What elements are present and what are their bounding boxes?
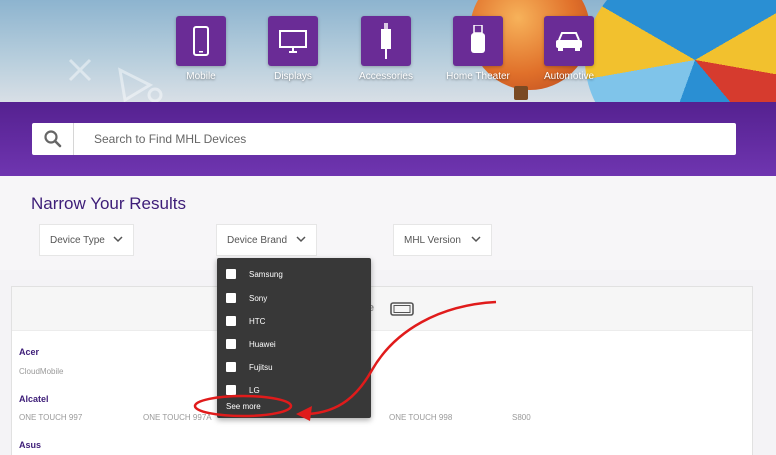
model-link[interactable]: ONE TOUCH 998 xyxy=(389,413,452,422)
checkbox[interactable] xyxy=(226,269,236,279)
display-monitor-icon xyxy=(268,16,318,66)
brand-option-huawei[interactable]: Huawei xyxy=(226,339,276,349)
category-accessories[interactable]: Accessories xyxy=(336,16,436,82)
hero-banner: Mobile Displays Accessories Home Theater… xyxy=(0,0,776,102)
accessories-icon xyxy=(361,16,411,66)
brand-option-label: HTC xyxy=(249,316,266,326)
chevron-down-icon xyxy=(471,236,481,243)
category-automotive[interactable]: Automotive xyxy=(519,16,619,82)
device-brand-dropdown[interactable]: Device Brand xyxy=(216,224,317,256)
filter-title: Narrow Your Results xyxy=(31,194,186,213)
category-label: Accessories xyxy=(359,71,413,82)
mobile-phone-icon xyxy=(176,16,226,66)
brand-option-htc[interactable]: HTC xyxy=(226,316,265,326)
device-brand-menu: Samsung Sony HTC Huawei Fujitsu LG See m… xyxy=(217,258,371,418)
model-link[interactable]: ONE TOUCH 997A xyxy=(143,413,212,422)
model-link[interactable]: S800 xyxy=(512,413,531,422)
search-box xyxy=(32,123,736,155)
category-mobile[interactable]: Mobile xyxy=(151,16,251,82)
brand-heading[interactable]: Acer xyxy=(19,347,39,357)
checkbox[interactable] xyxy=(226,362,236,372)
brand-heading[interactable]: Asus xyxy=(19,440,41,450)
brand-option-label: Fujitsu xyxy=(249,362,273,372)
brand-option-label: Sony xyxy=(249,293,268,303)
brand-option-label: LG xyxy=(249,385,260,395)
model-link[interactable]: CloudMobile xyxy=(19,367,63,376)
car-icon xyxy=(544,16,594,66)
category-displays[interactable]: Displays xyxy=(243,16,343,82)
brand-option-lg[interactable]: LG xyxy=(226,385,260,395)
device-type-dropdown[interactable]: Device Type xyxy=(39,224,134,256)
filter-area: Narrow Your Results Device Type Device B… xyxy=(0,176,776,270)
brand-heading[interactable]: Alcatel xyxy=(19,394,49,404)
brand-option-label: Huawei xyxy=(249,339,276,349)
category-label: Displays xyxy=(274,71,312,82)
mhl-version-dropdown[interactable]: MHL Version xyxy=(393,224,492,256)
results-panel: e Acer CloudMobile Alcatel ONE TOUCH 997… xyxy=(11,286,753,455)
tablet-icon xyxy=(390,302,414,316)
device-brand-label: Device Brand xyxy=(227,234,288,246)
device-type-label: Device Type xyxy=(50,234,105,246)
home-theater-icon xyxy=(453,16,503,66)
results-header: e xyxy=(12,287,752,331)
model-link[interactable]: ONE TOUCH 997 xyxy=(19,413,82,422)
search-icon xyxy=(43,130,61,148)
category-label: Mobile xyxy=(186,71,216,82)
see-more-link[interactable]: See more xyxy=(226,402,261,411)
brand-option-fujitsu[interactable]: Fujitsu xyxy=(226,362,273,372)
checkbox[interactable] xyxy=(226,385,236,395)
chevron-down-icon xyxy=(296,236,306,243)
chevron-down-icon xyxy=(113,236,123,243)
search-input[interactable] xyxy=(74,124,736,154)
brand-option-samsung[interactable]: Samsung xyxy=(226,269,283,279)
brand-option-sony[interactable]: Sony xyxy=(226,293,267,303)
search-button[interactable] xyxy=(32,123,74,155)
brand-option-label: Samsung xyxy=(249,269,283,279)
category-home-theater[interactable]: Home Theater xyxy=(428,16,528,82)
checkbox[interactable] xyxy=(226,293,236,303)
mhl-version-label: MHL Version xyxy=(404,234,461,246)
search-band xyxy=(0,102,776,176)
category-label: Home Theater xyxy=(446,71,510,82)
checkbox[interactable] xyxy=(226,316,236,326)
category-label: Automotive xyxy=(543,71,595,82)
category-nav: Mobile Displays Accessories Home Theater… xyxy=(0,16,776,86)
balloon-basket xyxy=(514,86,528,100)
checkbox[interactable] xyxy=(226,339,236,349)
